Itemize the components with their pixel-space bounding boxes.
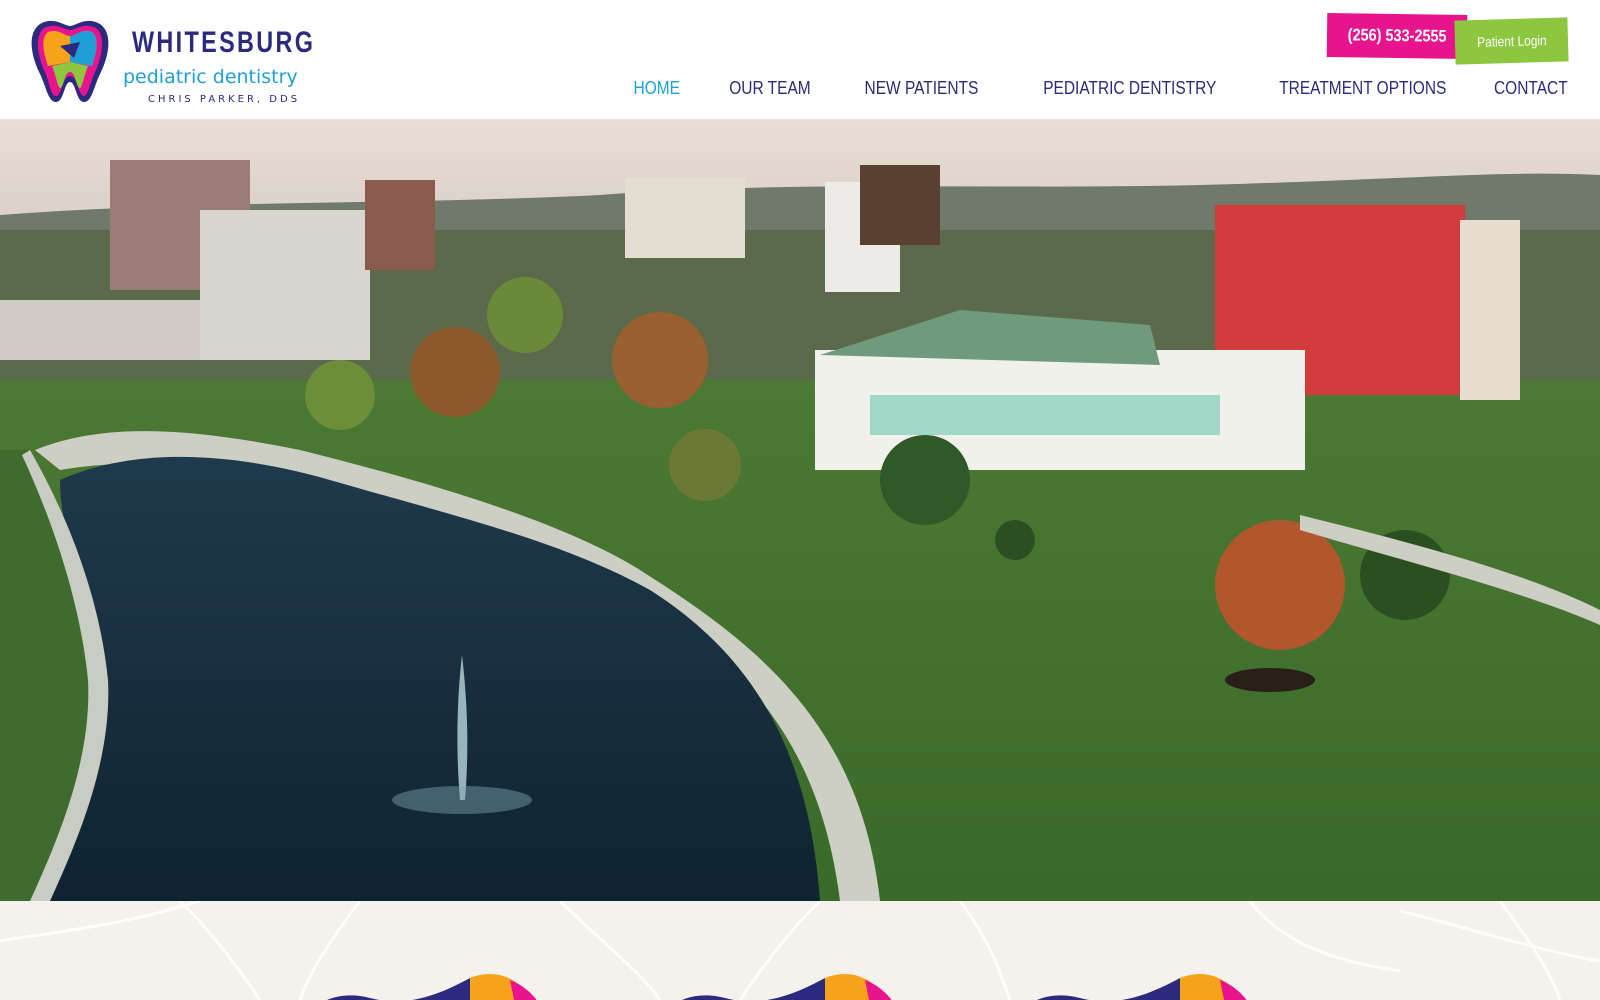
nav-item-new-patients[interactable]: NEW PATIENTS — [865, 78, 979, 99]
feature-blob-icon — [682, 974, 892, 1000]
hero-banner — [0, 120, 1600, 901]
phone-button-label: (256) 533-2555 — [1347, 25, 1447, 46]
patient-login-button[interactable]: Patient Login — [1454, 17, 1569, 65]
nav-item-home[interactable]: HOME — [633, 78, 679, 99]
feature-blob-icon — [1037, 974, 1247, 1000]
nav-item-treatment-options[interactable]: TREATMENT OPTIONS — [1279, 78, 1446, 99]
tooth-logo-icon — [31, 20, 109, 103]
feature-blob-icon — [327, 974, 537, 1000]
main-nav: HOME OUR TEAM NEW PATIENTS PEDIATRIC DEN… — [590, 78, 1568, 99]
site-header: WHITESBURG pediatric dentistry CHRIS PAR… — [0, 0, 1600, 120]
site-logo[interactable]: WHITESBURG pediatric dentistry CHRIS PAR… — [30, 16, 313, 106]
nav-item-pediatric-dentistry[interactable]: PEDIATRIC DENTISTRY — [1043, 78, 1216, 99]
brand-doctor: CHRIS PARKER, DDS — [148, 94, 301, 105]
brand-title: WHITESBURG — [132, 26, 316, 59]
phone-button[interactable]: (256) 533-2555 — [1326, 13, 1468, 59]
nav-item-contact[interactable]: CONTACT — [1494, 78, 1568, 99]
aerial-city-park-icon — [0, 120, 1600, 901]
brand-subtitle: pediatric dentistry — [123, 66, 298, 88]
nav-item-our-team[interactable]: OUR TEAM — [729, 78, 810, 99]
patient-login-label: Patient Login — [1476, 32, 1547, 50]
